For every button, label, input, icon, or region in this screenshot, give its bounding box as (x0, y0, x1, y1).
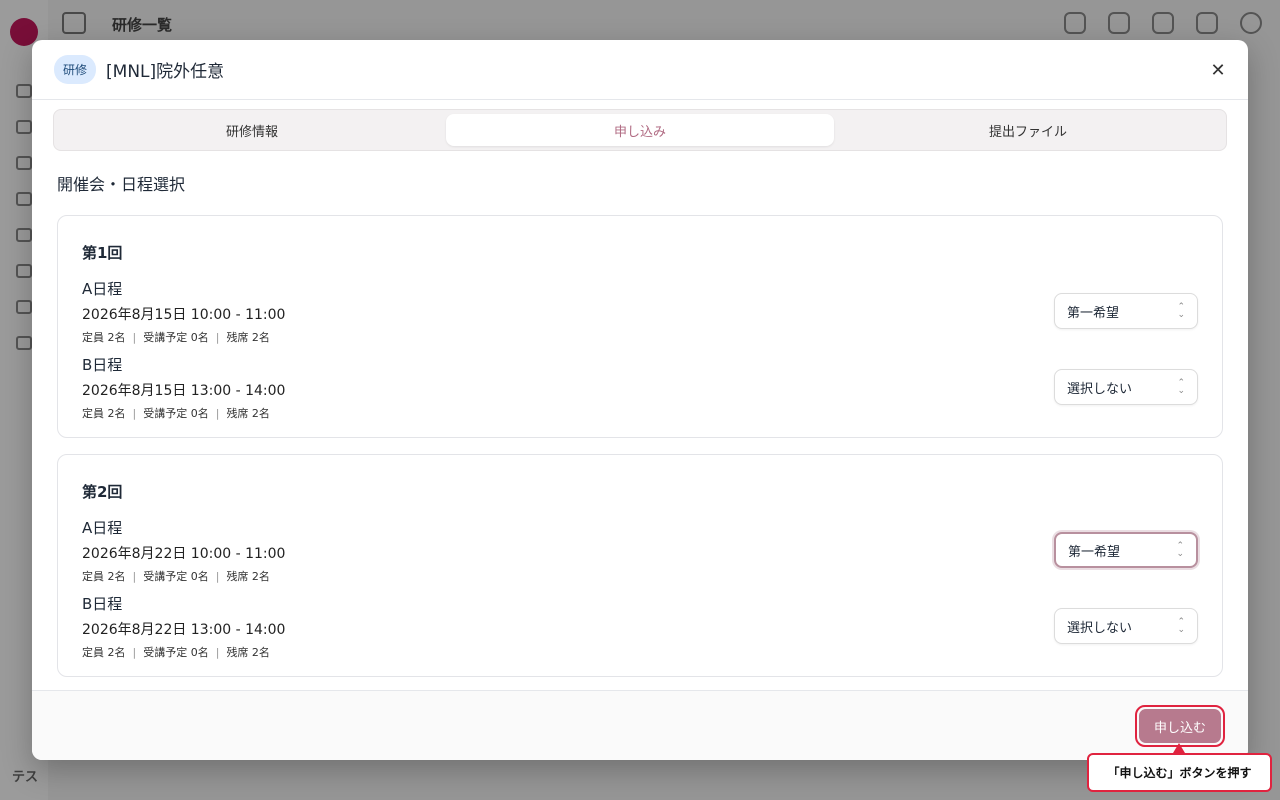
close-icon: ✕ (1210, 59, 1226, 81)
tab-training-info[interactable]: 研修情報 (58, 114, 446, 146)
modal-title: [MNL]院外任意 (106, 62, 225, 82)
slot-datetime: 2026年8月15日 13:00 - 14:00 (82, 382, 286, 399)
tab-bar: 研修情報 申し込み 提出ファイル (53, 109, 1227, 151)
submit-highlight: 申し込む (1135, 705, 1225, 747)
modal-footer: 申し込む (32, 690, 1248, 760)
slot-capacity: 定員 2名 (82, 406, 126, 420)
schedule-slot: B日程 2026年8月22日 13:00 - 14:00 定員 2名 | 受講予定 … (82, 595, 1198, 659)
slot-info: B日程 2026年8月22日 13:00 - 14:00 定員 2名 | 受講予定 … (82, 593, 285, 660)
slot-info: A日程 2026年8月15日 10:00 - 11:00 定員 2名 | 受講予定 … (82, 278, 285, 345)
section-title: 開催会・日程選択 (57, 175, 186, 194)
slot-name: B日程 (82, 594, 123, 613)
round-card: 第2回 A日程 2026年8月22日 10:00 - 11:00 定員 2名 | 受… (57, 454, 1223, 677)
slot-planned: 受講予定 0名 (143, 406, 209, 420)
slot-info: B日程 2026年8月15日 13:00 - 14:00 定員 2名 | 受講予定 … (82, 354, 285, 421)
slot-planned: 受講予定 0名 (143, 569, 209, 583)
chevron-up-down-icon: ⌃ ⌄ (1176, 541, 1184, 559)
tab-application[interactable]: 申し込み (446, 114, 834, 146)
preference-select-value: 選択しない (1067, 620, 1133, 636)
chevron-up-down-icon: ⌃ ⌄ (1177, 302, 1185, 320)
slot-capacity: 定員 2名 (82, 330, 126, 344)
preference-select[interactable]: 第一希望 ⌃ ⌄ (1054, 293, 1198, 329)
category-badge: 研修 (54, 55, 97, 84)
preference-select[interactable]: 第一希望 ⌃ ⌄ (1054, 532, 1198, 568)
round-card: 第1回 A日程 2026年8月15日 10:00 - 11:00 定員 2名 | 受… (57, 215, 1223, 438)
tab-submission-files[interactable]: 提出ファイル (834, 114, 1222, 146)
slot-meta: 定員 2名 | 受講予定 0名 | 残席 2名 (82, 645, 270, 659)
slot-name: B日程 (82, 355, 123, 374)
preference-select[interactable]: 選択しない ⌃ ⌄ (1054, 608, 1198, 644)
preference-select[interactable]: 選択しない ⌃ ⌄ (1054, 369, 1198, 405)
preference-select-value: 第一希望 (1068, 544, 1121, 560)
instruction-callout: 「申し込む」ボタンを押す (1087, 753, 1272, 792)
slot-remaining: 残席 2名 (226, 406, 270, 420)
slot-name: A日程 (82, 518, 123, 537)
submit-button[interactable]: 申し込む (1139, 709, 1221, 743)
close-button[interactable]: ✕ (1206, 58, 1230, 82)
hint-arrow-icon (1173, 743, 1185, 753)
slot-datetime: 2026年8月22日 10:00 - 11:00 (82, 545, 286, 562)
slot-remaining: 残席 2名 (226, 330, 270, 344)
schedule-slot: A日程 2026年8月22日 10:00 - 11:00 定員 2名 | 受講予定 … (82, 519, 1198, 583)
chevron-up-down-icon: ⌃ ⌄ (1177, 378, 1185, 396)
schedule-slot: B日程 2026年8月15日 13:00 - 14:00 定員 2名 | 受講予定 … (82, 356, 1198, 420)
chevron-up-down-icon: ⌃ ⌄ (1177, 617, 1185, 635)
slot-planned: 受講予定 0名 (143, 645, 209, 659)
slot-planned: 受講予定 0名 (143, 330, 209, 344)
modal-header: 研修 [MNL]院外任意 ✕ (32, 40, 1248, 100)
slot-remaining: 残席 2名 (226, 569, 270, 583)
round-title: 第2回 (82, 483, 123, 501)
schedule-slot: A日程 2026年8月15日 10:00 - 11:00 定員 2名 | 受講予定 … (82, 280, 1198, 344)
slot-meta: 定員 2名 | 受講予定 0名 | 残席 2名 (82, 406, 270, 420)
slot-datetime: 2026年8月15日 10:00 - 11:00 (82, 306, 286, 323)
slot-meta: 定員 2名 | 受講予定 0名 | 残席 2名 (82, 569, 270, 583)
preference-select-value: 第一希望 (1067, 305, 1120, 321)
slot-name: A日程 (82, 279, 123, 298)
slot-datetime: 2026年8月22日 13:00 - 14:00 (82, 621, 286, 638)
slot-meta: 定員 2名 | 受講予定 0名 | 残席 2名 (82, 330, 270, 344)
slot-capacity: 定員 2名 (82, 569, 126, 583)
slot-info: A日程 2026年8月22日 10:00 - 11:00 定員 2名 | 受講予定 … (82, 517, 285, 584)
slot-remaining: 残席 2名 (226, 645, 270, 659)
slot-capacity: 定員 2名 (82, 645, 126, 659)
modal-body: 研修情報 申し込み 提出ファイル 開催会・日程選択 第1回 A日程 2026年8… (32, 101, 1248, 690)
preference-select-value: 選択しない (1067, 381, 1133, 397)
application-modal: 研修 [MNL]院外任意 ✕ 研修情報 申し込み 提出ファイル 開催会・日程選択… (32, 40, 1248, 760)
round-title: 第1回 (82, 244, 123, 262)
